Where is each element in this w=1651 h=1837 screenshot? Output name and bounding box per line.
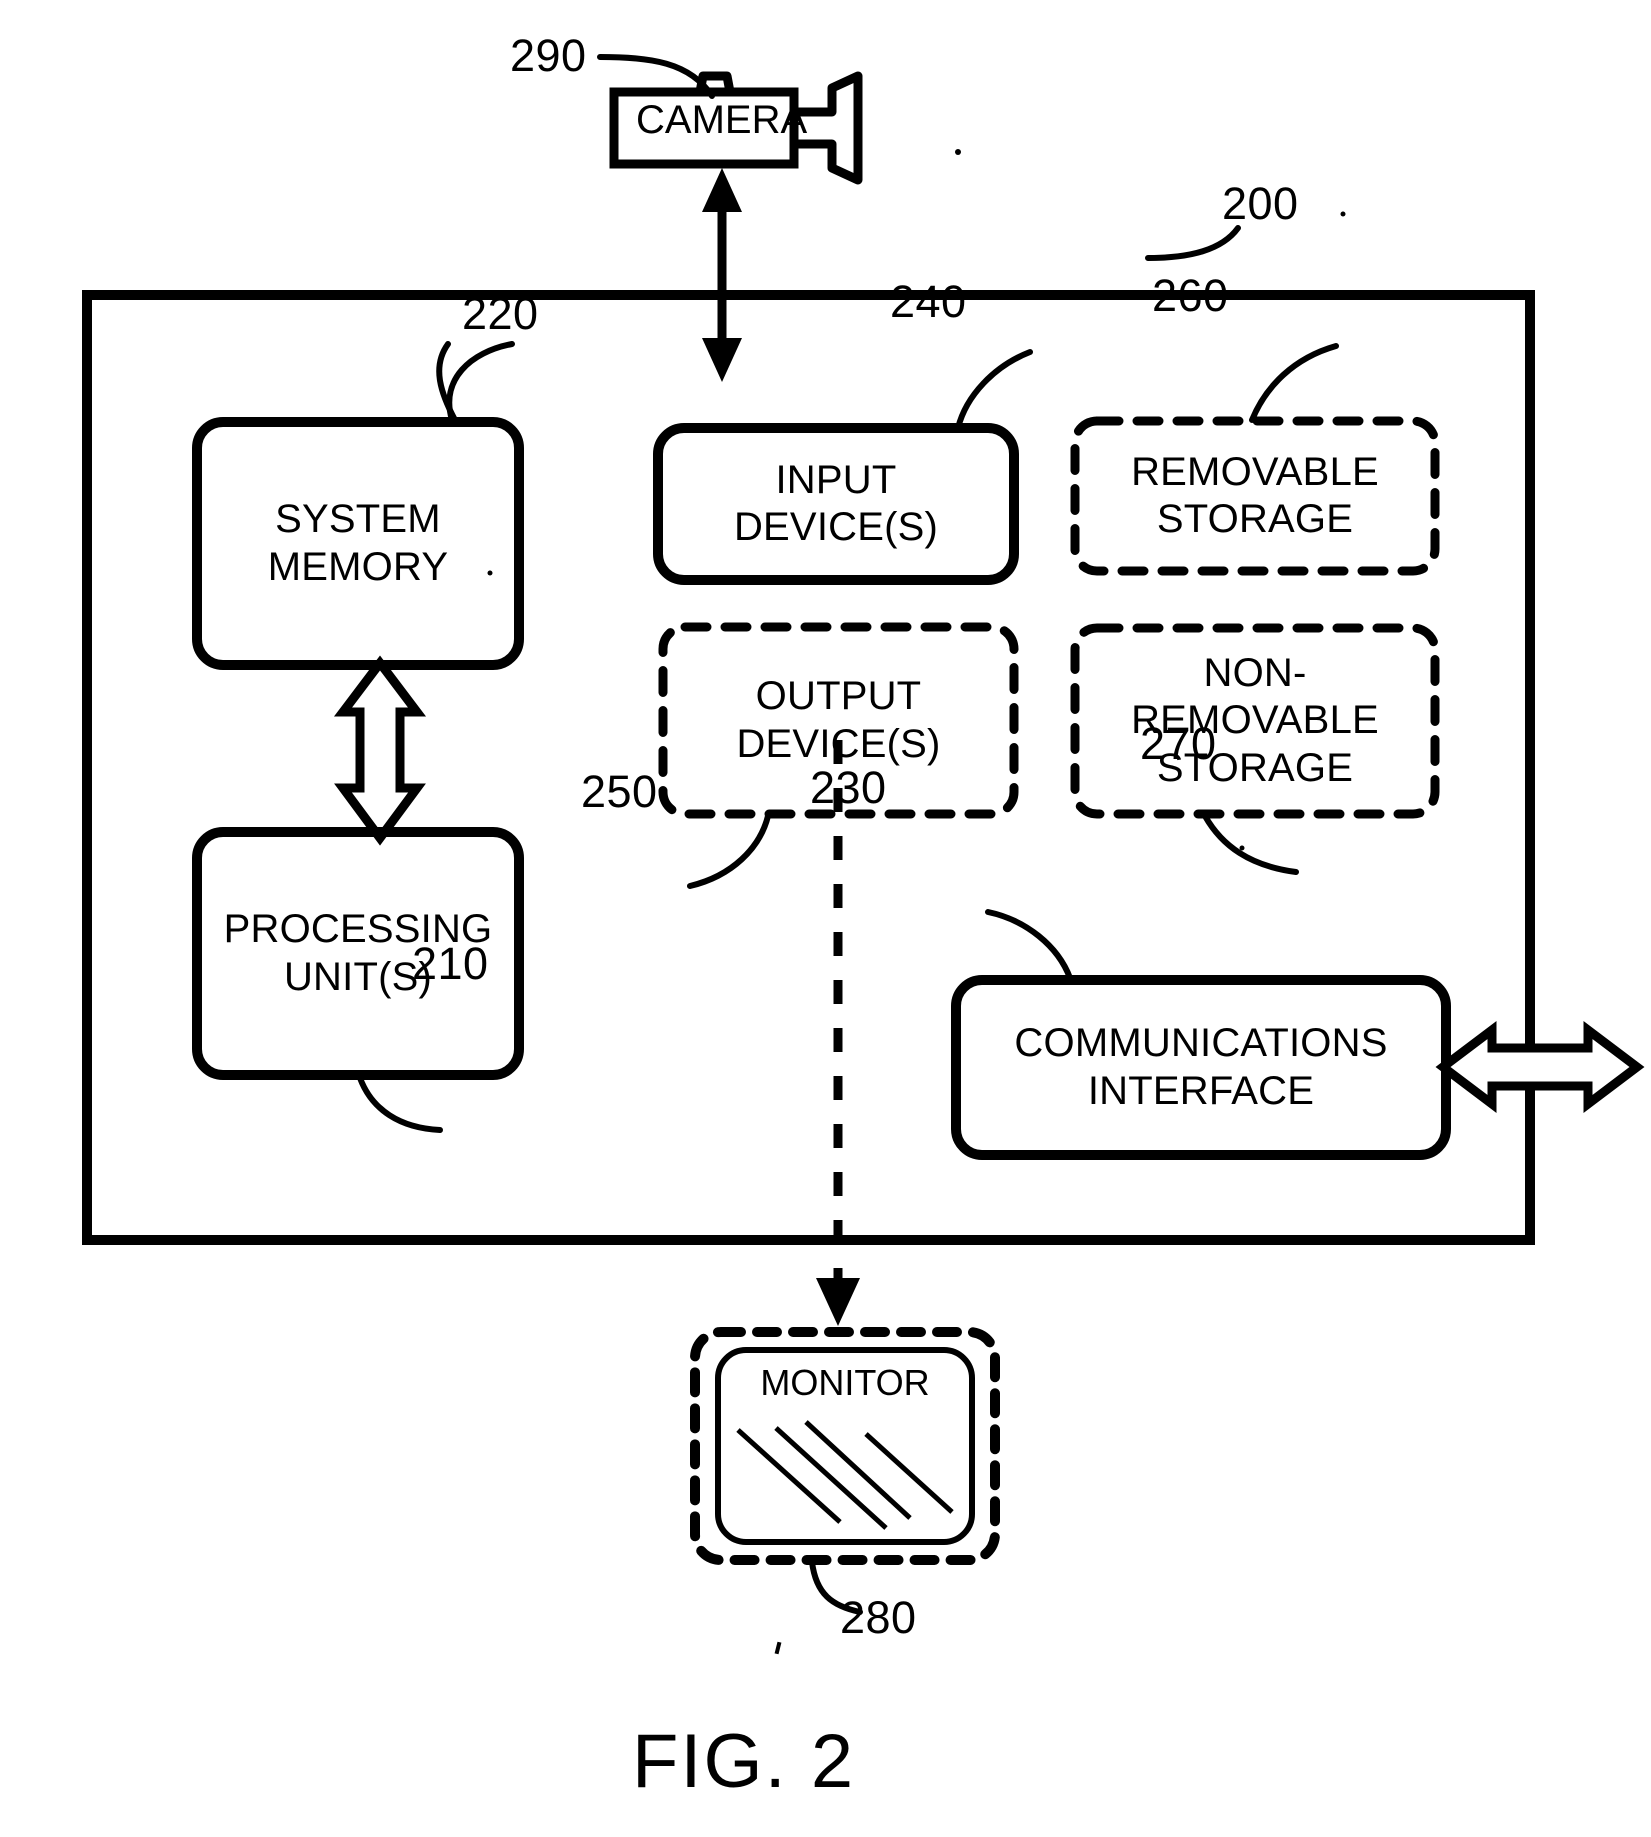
ref-number-260: 260 — [1152, 270, 1229, 321]
ref-210-leader — [357, 1075, 443, 1133]
non-removable-storage-block — [1070, 623, 1440, 819]
ref-220-leader — [446, 341, 515, 423]
ref-number-240: 240 — [890, 276, 967, 327]
external-network-arrow — [1435, 1020, 1645, 1114]
ref-number-220: 220 — [462, 288, 539, 339]
ref-number-280: 280 — [840, 1592, 917, 1643]
system-memory-block — [192, 417, 524, 670]
ref-260-leader — [1249, 343, 1339, 423]
input-devices-block — [653, 423, 1019, 585]
system-boundary-box — [82, 290, 1535, 1245]
ref-200-leader — [1145, 225, 1241, 261]
ref-number-210: 210 — [412, 938, 489, 989]
ref-230-leader — [985, 909, 1073, 981]
camera-label: CAMERA — [636, 98, 808, 142]
communications-interface-block — [951, 975, 1451, 1160]
ref-240-leader — [955, 349, 1033, 431]
removable-storage-block — [1070, 416, 1440, 576]
figure-caption: FIG. 2 — [632, 1719, 856, 1804]
ref-number-290: 290 — [510, 30, 587, 81]
monitor-label: MONITOR — [760, 1362, 930, 1403]
ref-number-230: 230 — [810, 762, 887, 813]
ref-number-270: 270 — [1140, 718, 1217, 769]
ref-270-leader — [1202, 813, 1299, 875]
patent-figure-2: CAMERA 290 200 SYSTEM MEMORY 220 PROCESS… — [0, 0, 1651, 1837]
figure-vector-layer — [82, 54, 1645, 1655]
ref-number-250: 250 — [581, 766, 658, 817]
memory-cpu-bus-arrow — [333, 655, 427, 846]
ref-250-leader — [687, 813, 771, 889]
ref-number-200: 200 — [1222, 178, 1299, 229]
camera-input-arrow — [702, 168, 742, 382]
scan-artifacts — [487, 149, 1346, 1655]
